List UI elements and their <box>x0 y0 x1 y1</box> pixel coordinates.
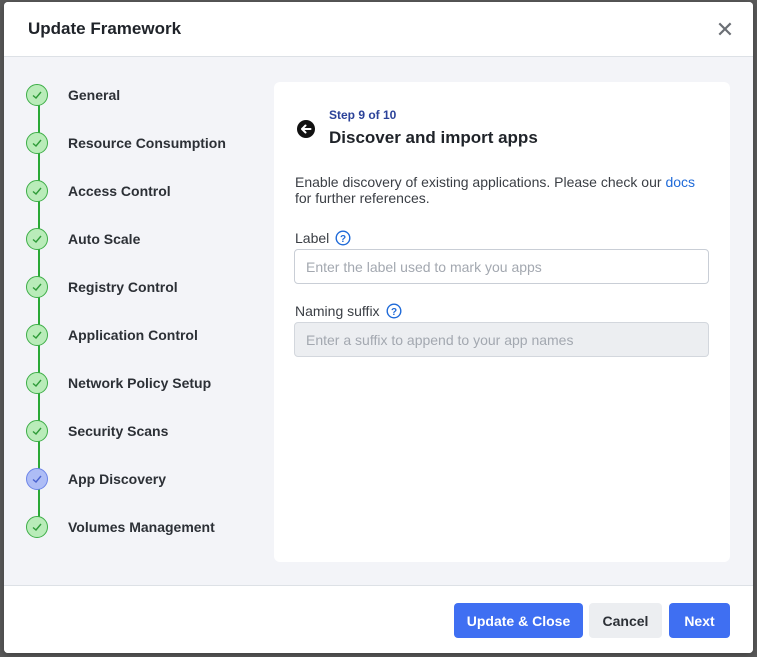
dialog-title: Update Framework <box>28 19 182 38</box>
label-input[interactable] <box>294 249 709 284</box>
step-label: Access Control <box>68 183 171 199</box>
check-icon <box>26 516 48 538</box>
stepper-connector-line <box>38 95 40 527</box>
step-resource-consumption[interactable]: Resource Consumption <box>26 130 266 156</box>
step-access-control[interactable]: Access Control <box>26 178 266 204</box>
dialog-body: General Resource Consumption Access Cont… <box>4 57 753 585</box>
step-label: Application Control <box>68 327 198 343</box>
dialog-footer: Update & Close Cancel Next <box>4 585 753 653</box>
description-text-end: for further references. <box>295 190 430 206</box>
cancel-button[interactable]: Cancel <box>589 603 662 638</box>
check-icon <box>26 84 48 106</box>
step-label: Network Policy Setup <box>68 375 212 391</box>
check-icon <box>26 180 48 202</box>
back-arrow-icon[interactable] <box>295 118 317 140</box>
step-label: Volumes Management <box>68 519 215 535</box>
update-close-button[interactable]: Update & Close <box>454 603 583 638</box>
step-volumes-management[interactable]: Volumes Management <box>26 514 266 540</box>
svg-text:?: ? <box>391 307 397 318</box>
close-icon[interactable]: ✕ <box>714 19 736 41</box>
naming-suffix-input[interactable] <box>294 322 709 357</box>
step-description: Enable discovery of existing application… <box>295 174 715 206</box>
check-icon <box>26 372 48 394</box>
step-app-discovery[interactable]: App Discovery <box>26 466 266 492</box>
help-icon[interactable]: ? <box>386 303 402 319</box>
step-network-policy-setup[interactable]: Network Policy Setup <box>26 370 266 396</box>
label-field-text: Label <box>295 230 330 246</box>
check-icon <box>26 468 48 490</box>
dialog-header: Update Framework ✕ <box>4 2 753 57</box>
check-icon <box>26 276 48 298</box>
label-field-label: Label ? <box>295 230 351 246</box>
step-title: Discover and import apps <box>329 128 538 147</box>
step-auto-scale[interactable]: Auto Scale <box>26 226 266 252</box>
docs-link[interactable]: docs <box>665 174 695 190</box>
step-label: Registry Control <box>68 279 178 295</box>
wizard-stepper: General Resource Consumption Access Cont… <box>4 57 274 585</box>
help-icon[interactable]: ? <box>335 230 351 246</box>
step-content-card: Step 9 of 10 Discover and import apps En… <box>274 82 730 562</box>
naming-suffix-field-label: Naming suffix ? <box>295 303 402 319</box>
step-label: General <box>68 87 121 103</box>
update-framework-dialog: Update Framework ✕ General Resource Cons… <box>4 2 753 653</box>
svg-text:?: ? <box>340 234 346 245</box>
check-icon <box>26 132 48 154</box>
step-general[interactable]: General <box>26 82 266 108</box>
description-text: Enable discovery of existing application… <box>295 174 666 190</box>
step-registry-control[interactable]: Registry Control <box>26 274 266 300</box>
check-icon <box>26 420 48 442</box>
check-icon <box>26 228 48 250</box>
step-label: Resource Consumption <box>68 135 226 151</box>
next-button[interactable]: Next <box>669 603 730 638</box>
step-label: App Discovery <box>68 471 167 487</box>
naming-suffix-field-text: Naming suffix <box>295 303 380 319</box>
step-counter: Step 9 of 10 <box>329 108 397 122</box>
step-security-scans[interactable]: Security Scans <box>26 418 266 444</box>
step-label: Security Scans <box>68 423 169 439</box>
step-label: Auto Scale <box>68 231 141 247</box>
step-application-control[interactable]: Application Control <box>26 322 266 348</box>
check-icon <box>26 324 48 346</box>
